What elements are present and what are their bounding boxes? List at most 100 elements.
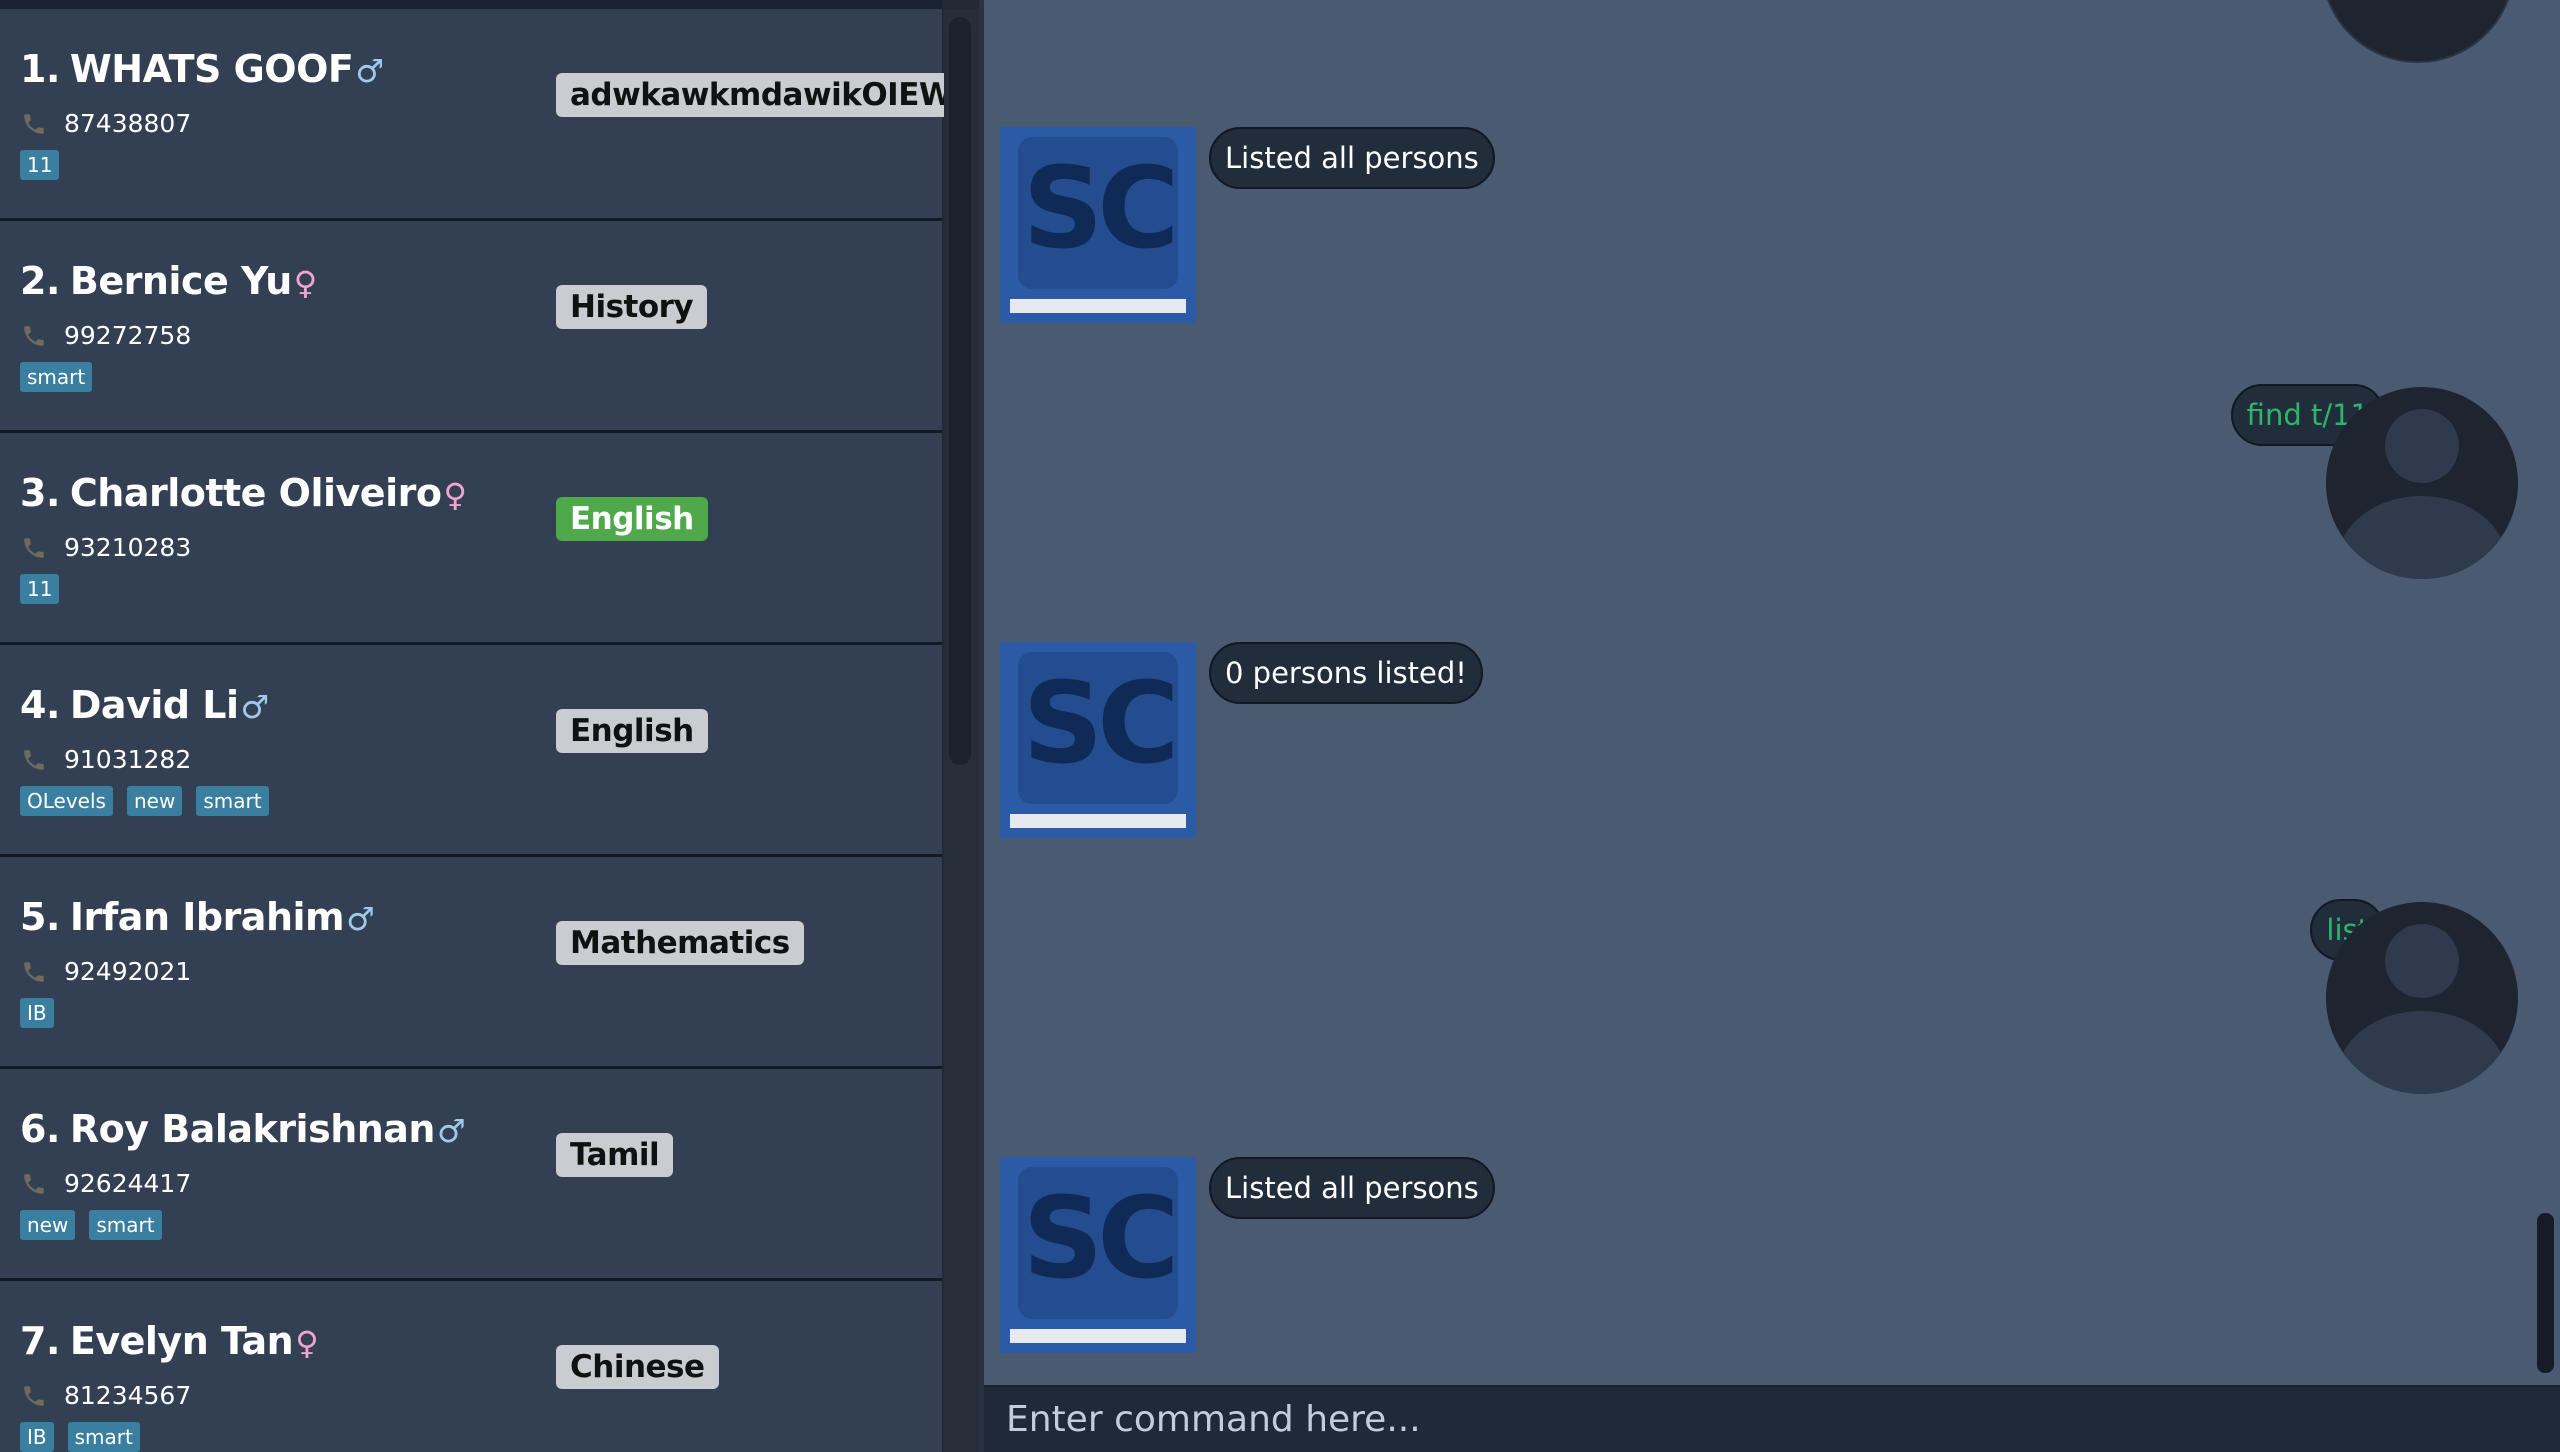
person-name-text: Charlotte Oliveiro xyxy=(69,471,442,515)
person-card[interactable]: 2. Bernice Yu♀ 99272758 smart History xyxy=(0,221,942,433)
tag-badge: smart xyxy=(89,1210,162,1240)
person-name-text: Irfan Ibrahim xyxy=(69,895,345,939)
user-avatar-icon xyxy=(2326,902,2518,1094)
tag-badge: new xyxy=(20,1210,76,1240)
phone-icon xyxy=(20,746,48,774)
bot-logo-text: SC xyxy=(1023,144,1174,274)
person-list-scrollbar-thumb[interactable] xyxy=(949,17,971,765)
tag-badge: smart xyxy=(196,786,269,816)
person-card[interactable]: 4. David Li♂ 91031282 OLevels new smart Englis… xyxy=(0,645,942,857)
person-card[interactable]: 1. WHATS GOOF♂ 87438807 11 adwkawkmdawikOIEW… xyxy=(0,9,979,221)
phone-number: 93210283 xyxy=(64,533,192,562)
bot-message: Listed all persons xyxy=(1209,1157,1495,1219)
tag-list: OLevels new smart xyxy=(20,786,269,816)
person-index: 1. xyxy=(20,47,60,91)
tag-list: IB smart xyxy=(20,1422,140,1452)
subject-badge: Mathematics xyxy=(556,921,804,965)
phone-icon xyxy=(20,322,48,350)
tag-badge: smart xyxy=(20,362,93,392)
person-index: 3. xyxy=(20,471,60,515)
person-card[interactable]: 6. Roy Balakrishnan♂ 92624417 new smart Tamil xyxy=(0,1069,942,1281)
phone-icon xyxy=(20,1170,48,1198)
subject-badge: English xyxy=(556,497,708,541)
tag-list: 11 xyxy=(20,150,60,180)
phone-number: 81234567 xyxy=(64,1381,192,1410)
person-name: 4. David Li♂ xyxy=(20,683,269,727)
tag-badge: IB xyxy=(20,998,54,1028)
phone-icon xyxy=(20,110,48,138)
phone-icon xyxy=(20,1382,48,1410)
tag-badge: smart xyxy=(67,1422,140,1452)
person-list[interactable]: 1. WHATS GOOF♂ 87438807 11 adwkawkmdawikOIEW… xyxy=(0,9,979,1452)
person-name-text: Roy Balakrishnan xyxy=(69,1107,436,1151)
male-gender-icon: ♂ xyxy=(346,900,375,938)
person-name-text: Evelyn Tan xyxy=(69,1319,294,1363)
female-gender-icon: ♀ xyxy=(295,1324,319,1362)
chat-pane: SC Listed all persons find t/11 SC 0 per… xyxy=(984,0,2560,1385)
tag-badge: new xyxy=(126,786,183,816)
phone-row: 91031282 xyxy=(20,745,191,774)
male-gender-icon: ♂ xyxy=(437,1112,466,1150)
person-name-text: David Li xyxy=(69,683,239,727)
person-list-panel: 1. WHATS GOOF♂ 87438807 11 adwkawkmdawikOIEW… xyxy=(0,0,979,1452)
person-card[interactable]: 5. Irfan Ibrahim♂ 92492021 IB Mathematics xyxy=(0,857,942,1069)
person-name: 3. Charlotte Oliveiro♀ xyxy=(20,471,467,515)
phone-number: 92624417 xyxy=(64,1169,192,1198)
chat-scrollbar-thumb[interactable] xyxy=(2537,1213,2554,1373)
user-avatar-icon xyxy=(2327,0,2509,63)
bot-message: 0 persons listed! xyxy=(1209,642,1483,704)
phone-row: 99272758 xyxy=(20,321,191,350)
user-avatar-icon xyxy=(2326,387,2518,579)
phone-row: 81234567 xyxy=(20,1381,191,1410)
command-input[interactable] xyxy=(1006,1391,2526,1447)
tag-list: smart xyxy=(20,362,93,392)
phone-icon xyxy=(20,534,48,562)
phone-row: 87438807 xyxy=(20,109,191,138)
phone-number: 92492021 xyxy=(64,957,192,986)
person-index: 2. xyxy=(20,259,60,303)
male-gender-icon: ♂ xyxy=(355,52,384,90)
person-index: 7. xyxy=(20,1319,60,1363)
bot-avatar-icon: SC xyxy=(1000,642,1196,838)
tag-list: new smart xyxy=(20,1210,162,1240)
person-index: 5. xyxy=(20,895,60,939)
person-name: 2. Bernice Yu♀ xyxy=(20,259,317,303)
person-card[interactable]: 7. Evelyn Tan♀ 81234567 IB smart Chinese xyxy=(0,1281,942,1452)
bot-avatar-icon: SC xyxy=(1000,127,1196,323)
subject-badge: History xyxy=(556,285,708,329)
phone-number: 91031282 xyxy=(64,745,192,774)
person-name-text: Bernice Yu xyxy=(69,259,292,303)
person-index: 4. xyxy=(20,683,60,727)
tag-badge: OLevels xyxy=(20,786,113,816)
female-gender-icon: ♀ xyxy=(293,264,317,302)
command-box xyxy=(984,1385,2560,1452)
person-name-text: WHATS GOOF xyxy=(69,47,354,91)
tag-list: IB xyxy=(20,998,54,1028)
tag-badge: 11 xyxy=(20,574,60,604)
subject-badge: adwkawkmdawikOIEWloadi xyxy=(556,73,979,117)
person-name: 1. WHATS GOOF♂ xyxy=(20,47,384,91)
list-top-strip xyxy=(0,0,942,9)
person-index: 6. xyxy=(20,1107,60,1151)
phone-row: 93210283 xyxy=(20,533,191,562)
male-gender-icon: ♂ xyxy=(240,688,270,726)
subject-badge: Chinese xyxy=(556,1345,719,1389)
bot-avatar-icon: SC xyxy=(1000,1157,1196,1353)
female-gender-icon: ♀ xyxy=(443,476,467,514)
bot-logo-text: SC xyxy=(1023,1174,1174,1304)
person-name: 5. Irfan Ibrahim♂ xyxy=(20,895,375,939)
subject-badge: English xyxy=(556,709,708,753)
subject-badge: Tamil xyxy=(556,1133,674,1177)
phone-row: 92492021 xyxy=(20,957,191,986)
phone-number: 87438807 xyxy=(64,109,192,138)
phone-row: 92624417 xyxy=(20,1169,191,1198)
tag-badge: IB xyxy=(20,1422,54,1452)
phone-number: 99272758 xyxy=(64,321,192,350)
bot-logo-text: SC xyxy=(1023,659,1174,789)
person-name: 6. Roy Balakrishnan♂ xyxy=(20,1107,466,1151)
bot-message: Listed all persons xyxy=(1209,127,1495,189)
phone-icon xyxy=(20,958,48,986)
tag-badge: 11 xyxy=(20,150,60,180)
person-card[interactable]: 3. Charlotte Oliveiro♀ 93210283 11 English xyxy=(0,433,942,645)
person-name: 7. Evelyn Tan♀ xyxy=(20,1319,319,1363)
